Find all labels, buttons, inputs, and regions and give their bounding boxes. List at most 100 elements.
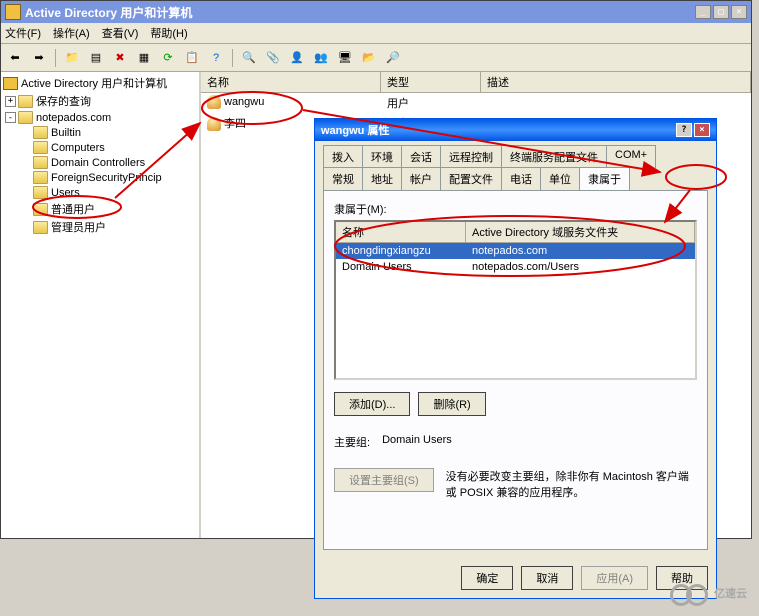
col-name[interactable]: 名称 (201, 72, 381, 92)
mol-row[interactable]: Domain Users notepados.com/Users (336, 259, 695, 275)
tab-memberof[interactable]: 隶属于 (579, 167, 630, 190)
export-icon[interactable]: 📋 (182, 48, 202, 68)
window-buttons: _ □ × (695, 5, 747, 19)
console-icon (3, 77, 18, 90)
maximize-button[interactable]: □ (713, 5, 729, 19)
tree-builtin[interactable]: Builtin (3, 125, 197, 140)
tab-content: 隶属于(M): 名称 Active Directory 域服务文件夹 chong… (323, 190, 708, 550)
tree-label: Domain Controllers (51, 157, 145, 169)
tab-general[interactable]: 常规 (323, 167, 363, 190)
separator (55, 49, 56, 67)
ok-button[interactable]: 确定 (461, 566, 513, 590)
tree-domain-controllers[interactable]: Domain Controllers (3, 155, 197, 170)
mol-header: 名称 Active Directory 域服务文件夹 (336, 222, 695, 243)
tree-users[interactable]: Users (3, 185, 197, 200)
collapse-icon[interactable]: - (5, 112, 16, 123)
folder-icon (33, 171, 48, 184)
mol-cell-folder: notepados.com/Users (466, 261, 585, 273)
help-icon[interactable]: ? (206, 48, 226, 68)
refresh-icon[interactable]: ⟳ (158, 48, 178, 68)
set-primary-button: 设置主要组(S) (334, 468, 434, 492)
tree-computers[interactable]: Computers (3, 140, 197, 155)
menu-action[interactable]: 操作(A) (53, 25, 90, 41)
menu-file[interactable]: 文件(F) (5, 25, 41, 41)
dialog-help-button[interactable]: ? (676, 123, 692, 137)
tree-label: Builtin (51, 127, 81, 139)
delete-icon[interactable]: ✖ (110, 48, 130, 68)
cancel-button[interactable]: 取消 (521, 566, 573, 590)
separator (232, 49, 233, 67)
up-icon[interactable]: 📁 (62, 48, 82, 68)
folder-icon (33, 156, 48, 169)
tab-remote[interactable]: 远程控制 (440, 145, 502, 168)
dialog-title: wangwu 属性 (321, 122, 676, 138)
tree-domain[interactable]: - notepados.com (3, 110, 197, 125)
mol-col-name[interactable]: 名称 (336, 222, 466, 243)
watermark: 亿速云 (670, 582, 747, 604)
app-icon (5, 4, 21, 20)
primary-label: 主要组: (334, 434, 370, 450)
close-button[interactable]: × (731, 5, 747, 19)
tree-label: ForeignSecurityPrincip (51, 172, 162, 184)
menubar: 文件(F) 操作(A) 查看(V) 帮助(H) (1, 23, 751, 44)
window-title: Active Directory 用户和计算机 (25, 4, 695, 21)
tree-label: Computers (51, 142, 105, 154)
tabs-row1: 拨入 环境 会话 远程控制 终端服务配置文件 COM+ (323, 145, 708, 168)
back-icon[interactable]: ⬅ (5, 48, 25, 68)
add-button[interactable]: 添加(D)... (334, 392, 410, 416)
expand-icon[interactable]: + (5, 96, 16, 107)
list-icon[interactable]: ▤ (86, 48, 106, 68)
group-icon[interactable]: 👥 (311, 48, 331, 68)
list-row[interactable]: wangwu 用户 (201, 93, 751, 113)
watermark-text: 亿速云 (714, 585, 747, 601)
menu-view[interactable]: 查看(V) (102, 25, 139, 41)
toolbar: ⬅ ➡ 📁 ▤ ✖ ▦ ⟳ 📋 ? 🔍 📎 👤 👥 🖥 📂 🔎 (1, 44, 751, 72)
filter-icon[interactable]: 📎 (263, 48, 283, 68)
tab-dial[interactable]: 拨入 (323, 145, 363, 168)
folder-icon (18, 95, 33, 108)
tab-address[interactable]: 地址 (362, 167, 402, 190)
ou-icon[interactable]: 📂 (359, 48, 379, 68)
tab-org[interactable]: 单位 (540, 167, 580, 190)
tab-terminal[interactable]: 终端服务配置文件 (501, 145, 607, 168)
menu-help[interactable]: 帮助(H) (150, 25, 187, 41)
mol-col-folder[interactable]: Active Directory 域服务文件夹 (466, 222, 695, 243)
tree-admin-users[interactable]: 管理员用户 (3, 218, 197, 236)
tab-env[interactable]: 环境 (362, 145, 402, 168)
dialog-close-button[interactable]: × (694, 123, 710, 137)
tab-profile[interactable]: 配置文件 (440, 167, 502, 190)
minimize-button[interactable]: _ (695, 5, 711, 19)
tree-label: Users (51, 187, 80, 199)
tree-root[interactable]: Active Directory 用户和计算机 (3, 74, 197, 92)
domain-icon (18, 111, 33, 124)
mol-cell-name: chongdingxiangzu (336, 245, 466, 257)
primary-group-set: 设置主要组(S) 没有必要改变主要组，除非你有 Macintosh 客户端或 P… (334, 468, 697, 500)
properties-icon[interactable]: ▦ (134, 48, 154, 68)
folder-icon (33, 141, 48, 154)
col-type[interactable]: 类型 (381, 72, 481, 92)
delete-button[interactable]: 删除(R) (418, 392, 485, 416)
search-icon[interactable]: 🔎 (383, 48, 403, 68)
tree-normal-users[interactable]: 普通用户 (3, 200, 197, 218)
folder-icon (33, 186, 48, 199)
tree-label: 管理员用户 (51, 219, 106, 235)
primary-group: 主要组: Domain Users (334, 434, 697, 450)
user-icon (207, 117, 221, 131)
apply-button: 应用(A) (581, 566, 648, 590)
user-icon (207, 95, 221, 109)
col-desc[interactable]: 描述 (481, 72, 751, 92)
computer-icon[interactable]: 🖥 (335, 48, 355, 68)
mol-row[interactable]: chongdingxiangzu notepados.com (336, 243, 695, 259)
forward-icon[interactable]: ➡ (29, 48, 49, 68)
dialog-body: 拨入 环境 会话 远程控制 终端服务配置文件 COM+ 常规 地址 帐户 配置文… (315, 141, 716, 558)
tab-account[interactable]: 帐户 (401, 167, 441, 190)
user-icon[interactable]: 👤 (287, 48, 307, 68)
find-icon[interactable]: 🔍 (239, 48, 259, 68)
tree-saved-queries[interactable]: + 保存的查询 (3, 92, 197, 110)
tab-phone[interactable]: 电话 (501, 167, 541, 190)
tree-foreign[interactable]: ForeignSecurityPrincip (3, 170, 197, 185)
mol-cell-folder: notepados.com (466, 245, 553, 257)
tab-session[interactable]: 会话 (401, 145, 441, 168)
folder-icon (33, 203, 48, 216)
tab-com[interactable]: COM+ (606, 145, 656, 168)
